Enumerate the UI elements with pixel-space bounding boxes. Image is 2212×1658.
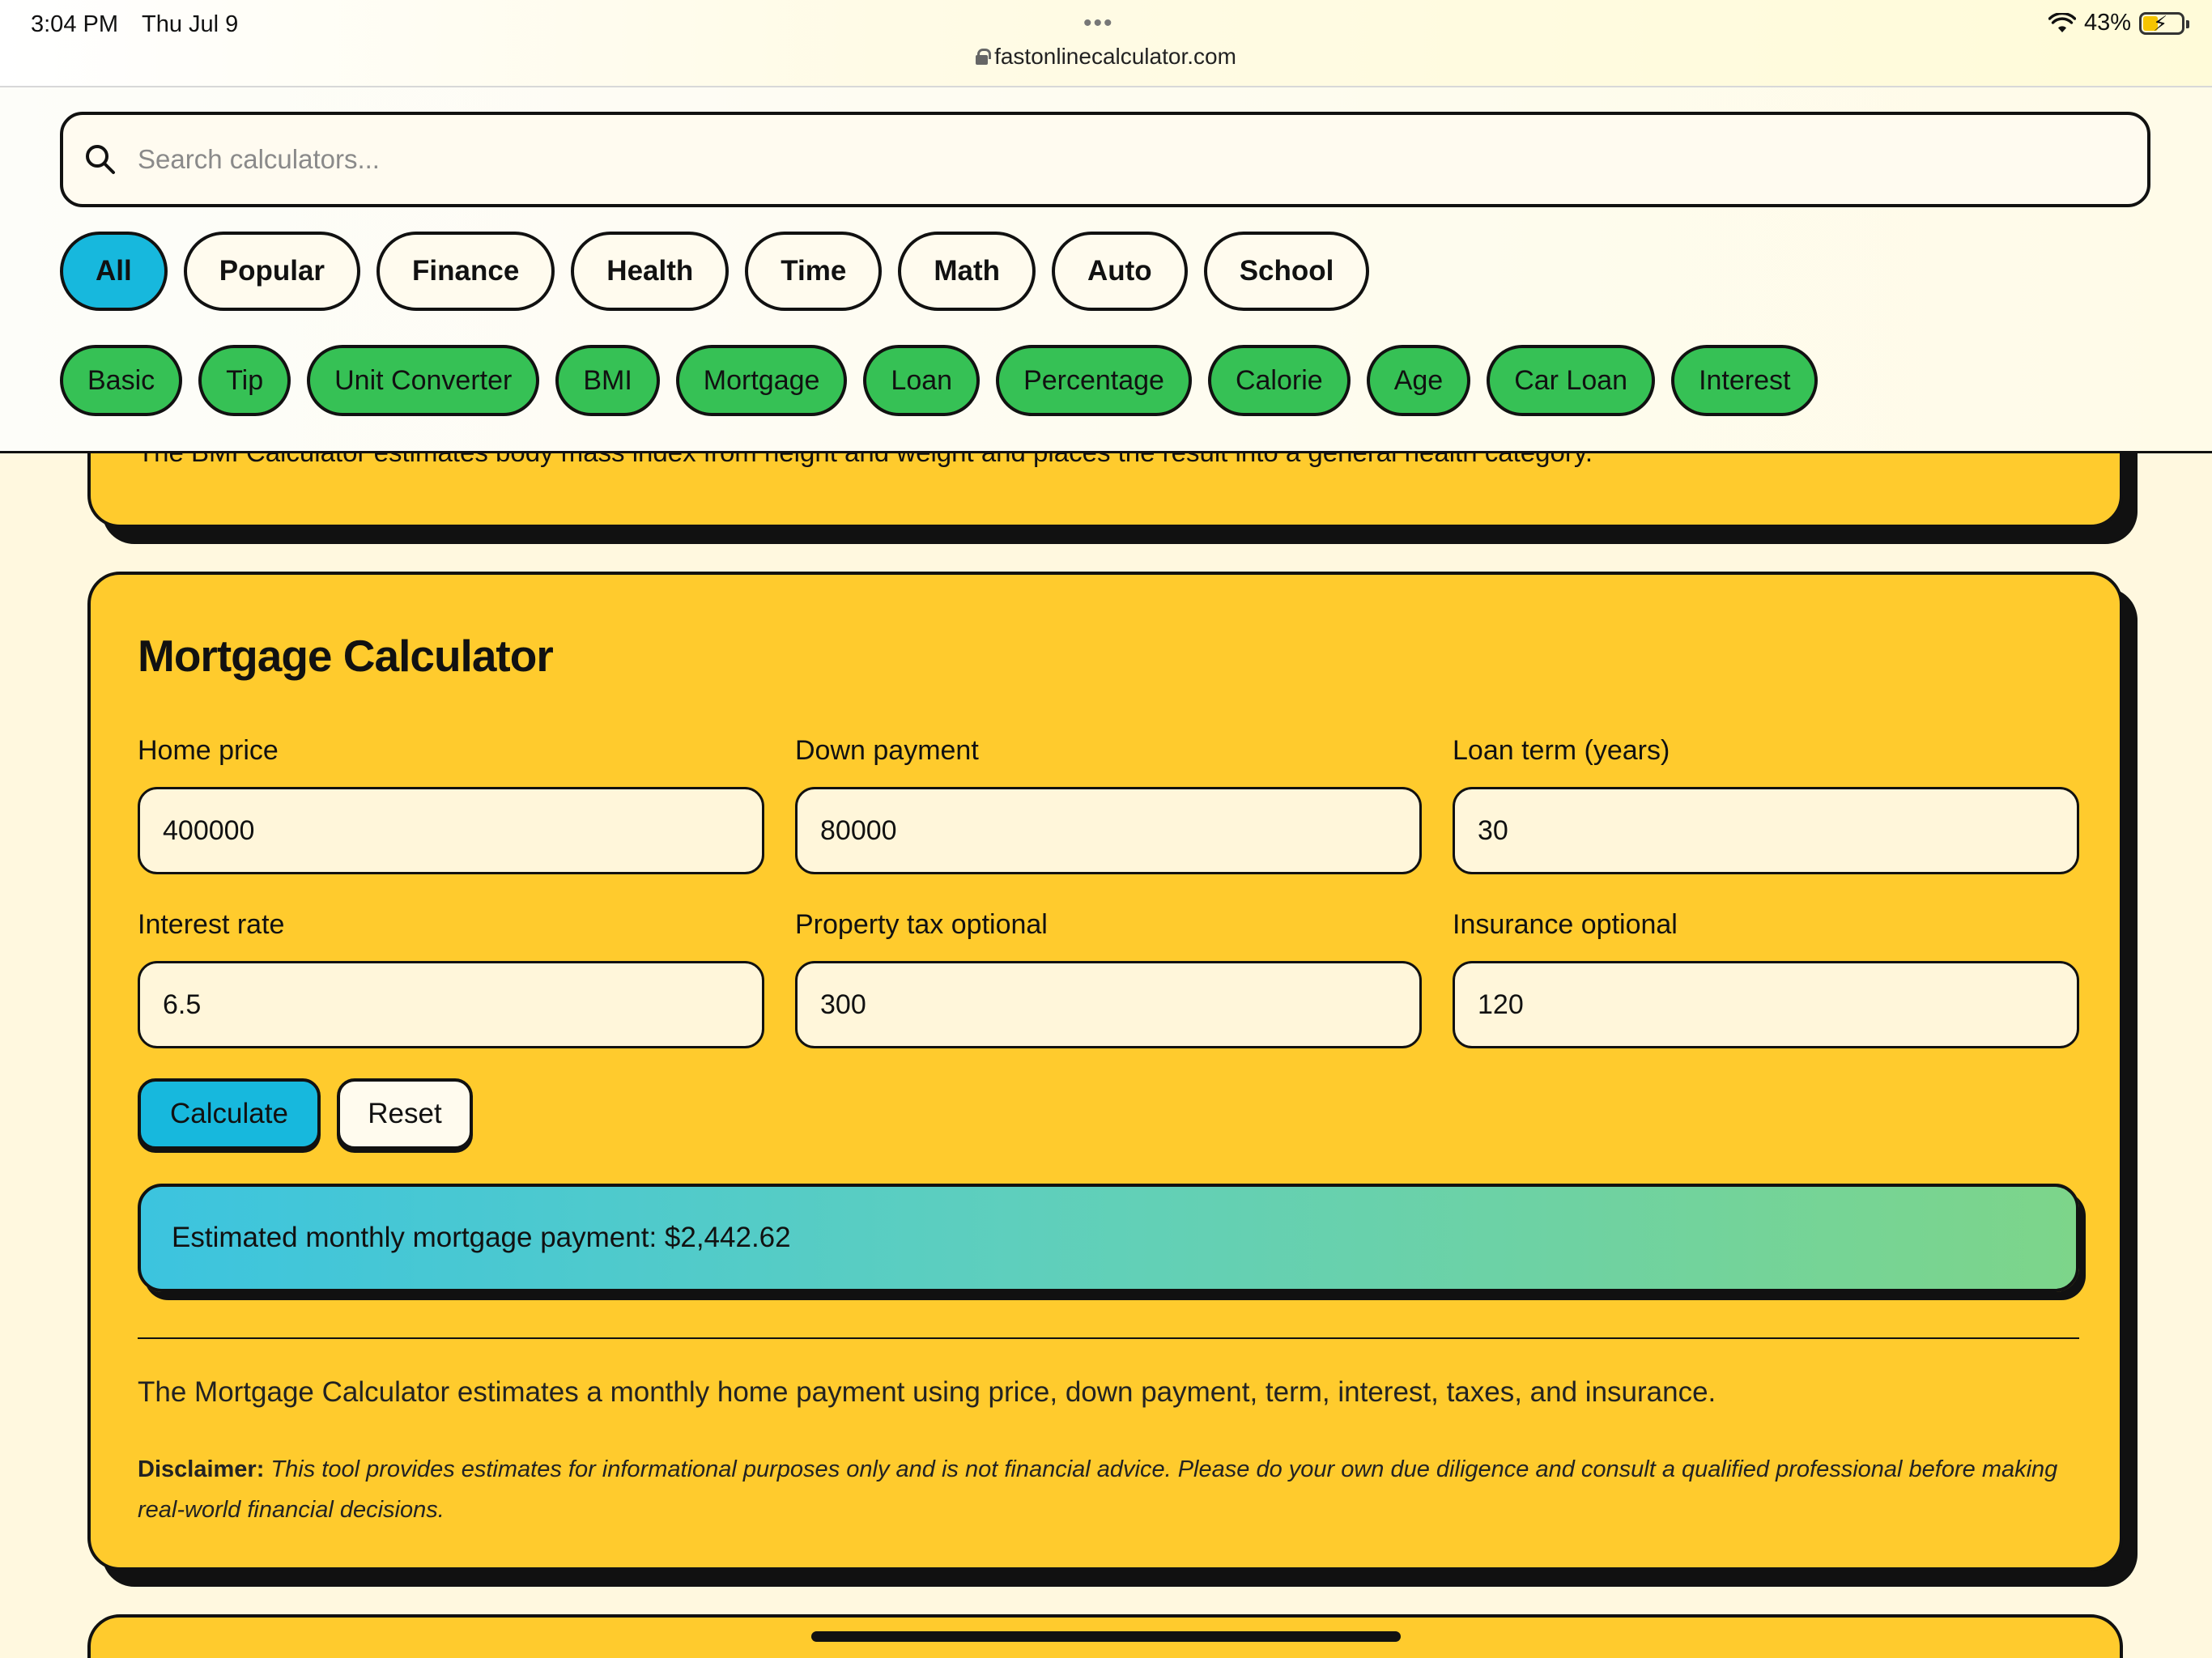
home-indicator[interactable] [811, 1631, 1401, 1642]
disclaimer-label: Disclaimer: [138, 1456, 265, 1482]
quick-link-loan[interactable]: Loan [863, 345, 981, 416]
insurance-input[interactable]: 120 [1453, 961, 2079, 1048]
category-chip-school[interactable]: School [1203, 232, 1370, 311]
category-chip-finance[interactable]: Finance [376, 232, 555, 311]
quick-link-basic[interactable]: Basic [60, 345, 183, 416]
disclaimer: Disclaimer: This tool provides estimates… [138, 1449, 2081, 1530]
home-price-input[interactable]: 400000 [138, 787, 764, 874]
card-title: Mortgage Calculator [138, 631, 554, 681]
result-box: Estimated monthly mortgage payment: $2,4… [138, 1184, 2079, 1292]
down-payment-field: Down payment 80000 [795, 735, 1422, 874]
disclaimer-text: This tool provides estimates for informa… [138, 1456, 2058, 1523]
field-label: Loan term (years) [1453, 735, 1670, 766]
status-time: 3:04 PM [31, 11, 118, 37]
battery-percent: 43% [2083, 10, 2131, 36]
quick-link-age[interactable]: Age [1366, 345, 1471, 416]
status-date: Thu Jul 9 [142, 11, 239, 37]
wifi-icon [2048, 12, 2076, 32]
quick-link-calorie[interactable]: Calorie [1207, 345, 1351, 416]
quick-link-interest[interactable]: Interest [1671, 345, 1819, 416]
category-chip-all[interactable]: All [60, 232, 168, 311]
interest-rate-input[interactable]: 6.5 [138, 961, 764, 1048]
loan-term-input[interactable]: 30 [1453, 787, 2079, 874]
category-chip-popular[interactable]: Popular [183, 232, 361, 311]
url-text: fastonlinecalculator.com [994, 44, 1236, 69]
quick-link-car-loan[interactable]: Car Loan [1487, 345, 1656, 416]
quick-links: Basic Tip Unit Converter BMI Mortgage Lo… [60, 345, 1819, 416]
mortgage-calculator-card: Mortgage Calculator Home price 400000 Do… [87, 572, 2123, 1571]
field-label: Property tax optional [795, 909, 1048, 940]
field-label: Home price [138, 735, 279, 766]
status-indicators: 43% ⚡ [2048, 10, 2189, 36]
divider [138, 1337, 2079, 1339]
battery-icon: ⚡ [2139, 11, 2189, 35]
interest-rate-field: Interest rate 6.5 [138, 909, 764, 1048]
category-chip-health[interactable]: Health [571, 232, 730, 311]
property-tax-input[interactable]: 300 [795, 961, 1422, 1048]
quick-link-mortgage[interactable]: Mortgage [675, 345, 848, 416]
property-tax-field: Property tax optional 300 [795, 909, 1422, 1048]
quick-link-percentage[interactable]: Percentage [996, 345, 1192, 416]
calculate-button[interactable]: Calculate [138, 1078, 321, 1150]
loan-term-field: Loan term (years) 30 [1453, 735, 2079, 874]
search-input[interactable] [138, 144, 2081, 175]
calculator-description: The Mortgage Calculator estimates a mont… [138, 1376, 1716, 1408]
field-label: Down payment [795, 735, 979, 766]
quick-link-unit-converter[interactable]: Unit Converter [307, 345, 540, 416]
status-bar: 3:04 PM Thu Jul 9 ••• fastonlinecalculat… [0, 0, 2212, 87]
category-chip-time[interactable]: Time [745, 232, 883, 311]
site-header: All Popular Finance Health Time Math Aut… [0, 87, 2212, 453]
quick-link-tip[interactable]: Tip [198, 345, 291, 416]
category-filters: All Popular Finance Health Time Math Aut… [60, 232, 1370, 311]
search-bar [60, 112, 2150, 207]
quick-link-bmi[interactable]: BMI [555, 345, 660, 416]
more-dots-icon[interactable]: ••• [1083, 10, 1114, 37]
insurance-field: Insurance optional 120 [1453, 909, 2079, 1048]
home-price-field: Home price 400000 [138, 735, 764, 874]
lock-icon [976, 49, 992, 65]
app-screen: 3:04 PM Thu Jul 9 ••• fastonlinecalculat… [0, 0, 2212, 1658]
search-icon [86, 145, 115, 174]
field-label: Interest rate [138, 909, 285, 940]
category-chip-math[interactable]: Math [898, 232, 1036, 311]
category-chip-auto[interactable]: Auto [1051, 232, 1188, 311]
field-label: Insurance optional [1453, 909, 1678, 940]
address-bar[interactable]: fastonlinecalculator.com [972, 44, 1240, 70]
down-payment-input[interactable]: 80000 [795, 787, 1422, 874]
reset-button[interactable]: Reset [337, 1078, 473, 1150]
